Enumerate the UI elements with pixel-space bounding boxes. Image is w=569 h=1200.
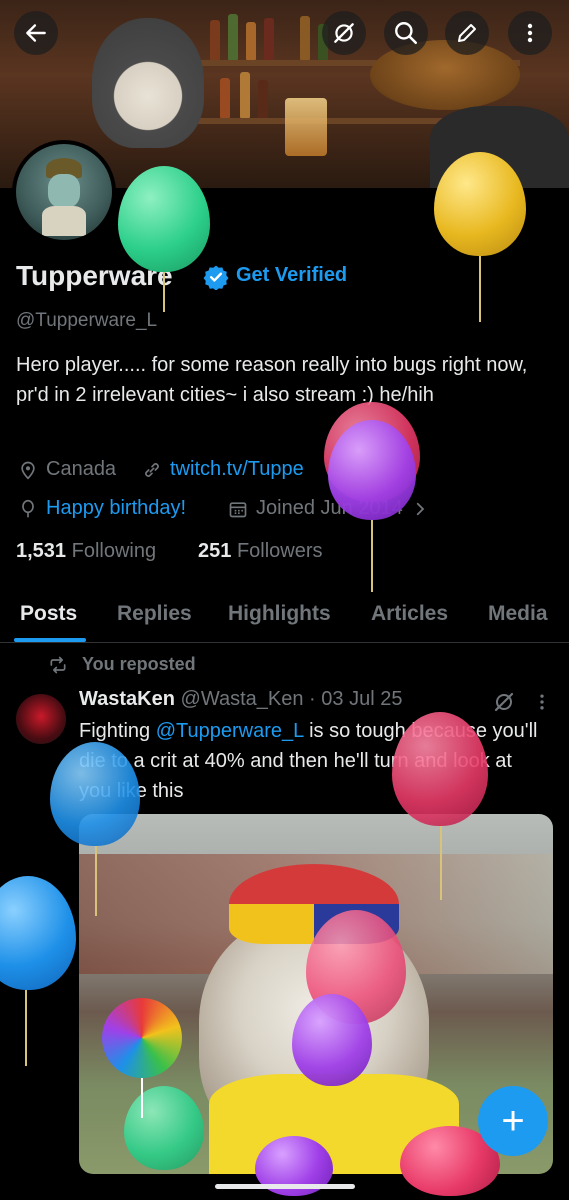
- balloon-string: [95, 846, 97, 916]
- arrow-left-icon: [26, 24, 46, 42]
- balloon-string: [25, 990, 27, 1066]
- home-indicator: [215, 1184, 355, 1189]
- link-icon: [145, 462, 159, 477]
- more-vertical-icon: [527, 23, 533, 43]
- banner-cat-image: [92, 18, 204, 148]
- balloon-decoration: [0, 876, 76, 990]
- profile-handle: @Tupperware_L: [16, 310, 158, 331]
- search-button[interactable]: [384, 11, 428, 55]
- balloon-icon: [22, 499, 34, 517]
- balloon-decoration: [292, 994, 372, 1086]
- tweet-author-avatar[interactable]: [16, 694, 66, 744]
- fab-plus-icon: +: [501, 1098, 525, 1143]
- tweet-header: WastaKen @Wasta_Ken · 03 Jul 25: [79, 688, 402, 711]
- repost-icon: [50, 656, 66, 673]
- balloon-string: [371, 520, 373, 592]
- verified-badge-icon[interactable]: [203, 264, 229, 290]
- tweet-text-before: Fighting: [79, 720, 156, 742]
- lollipop-decoration: [102, 998, 182, 1078]
- following-link[interactable]: 1,531 Following: [16, 540, 156, 563]
- grok-icon[interactable]: [492, 690, 516, 714]
- tweet-more-icon[interactable]: [532, 692, 552, 712]
- get-verified-link[interactable]: Get Verified: [236, 264, 347, 287]
- tab-articles[interactable]: Articles: [371, 602, 448, 626]
- active-tab-indicator: [14, 638, 86, 642]
- location-pin-icon: [21, 461, 35, 480]
- tweet-author-name[interactable]: WastaKen: [79, 688, 175, 710]
- grok-icon: [334, 23, 354, 43]
- balloon-decoration: [328, 420, 416, 520]
- birthday-text[interactable]: Happy birthday!: [46, 497, 186, 520]
- balloon-decoration: [434, 152, 526, 256]
- profile-tabs: Posts Replies Highlights Articles Media: [0, 592, 569, 643]
- tweet-separator: ·: [309, 688, 316, 710]
- tab-posts[interactable]: Posts: [20, 602, 77, 626]
- banner-whiskey-glass: [285, 98, 327, 156]
- tab-media[interactable]: Media: [488, 602, 548, 626]
- calendar-icon: [229, 501, 247, 517]
- following-count: 1,531: [16, 540, 67, 562]
- back-button[interactable]: [14, 11, 58, 55]
- location-text: Canada: [46, 458, 117, 480]
- more-button[interactable]: [508, 11, 552, 55]
- tweet-author-handle[interactable]: @Wasta_Ken: [181, 688, 304, 710]
- tab-replies[interactable]: Replies: [117, 602, 192, 626]
- tweet-mention[interactable]: @Tupperware_L: [156, 720, 304, 742]
- chevron-right-icon: [416, 502, 425, 515]
- balloon-decoration: [50, 742, 140, 846]
- tweet-date[interactable]: 03 Jul 25: [321, 688, 402, 710]
- followers-label: Followers: [236, 540, 323, 562]
- search-icon: [395, 22, 418, 45]
- balloon-decoration: [118, 166, 210, 272]
- followers-count: 251: [198, 540, 232, 562]
- balloon-string: [479, 256, 481, 322]
- balloon-decoration: [392, 712, 488, 826]
- followers-link[interactable]: 251 Followers: [198, 540, 323, 563]
- repost-indicator: You reposted: [48, 654, 196, 675]
- tab-highlights[interactable]: Highlights: [228, 602, 331, 626]
- pencil-icon: [458, 24, 476, 42]
- profile-bio: Hero player..... for some reason really …: [16, 354, 528, 406]
- balloon-decoration: [124, 1086, 204, 1170]
- lollipop-stick: [141, 1078, 143, 1118]
- following-label: Following: [71, 540, 157, 562]
- profile-website[interactable]: twitch.tv/Tuppe: [142, 458, 304, 481]
- repost-label: You reposted: [82, 654, 196, 674]
- website-link[interactable]: twitch.tv/Tuppe: [170, 458, 304, 481]
- profile-avatar[interactable]: [12, 140, 116, 244]
- profile-birthday[interactable]: Happy birthday!: [18, 497, 186, 520]
- grok-button[interactable]: [322, 11, 366, 55]
- compose-fab-button[interactable]: +: [478, 1086, 548, 1156]
- balloon-string: [163, 272, 165, 312]
- compose-button[interactable]: [445, 11, 489, 55]
- balloon-string: [440, 826, 442, 900]
- profile-location: Canada: [18, 458, 116, 481]
